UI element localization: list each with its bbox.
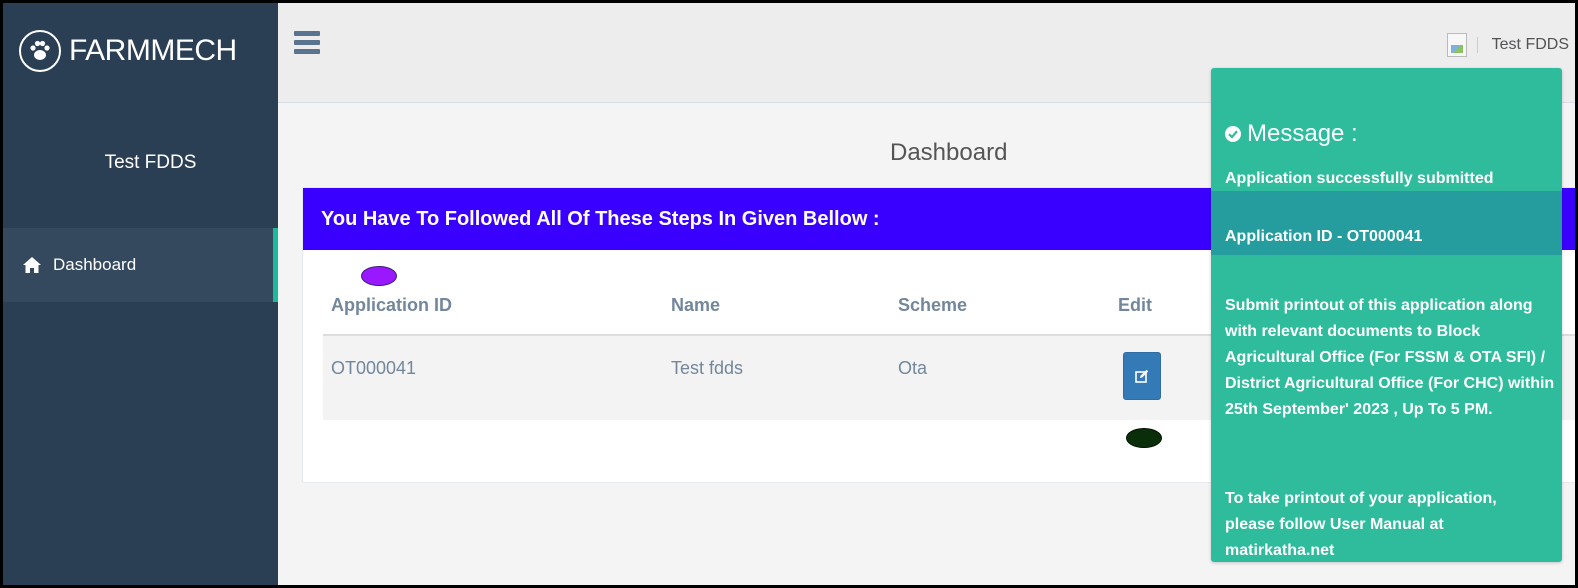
user-menu[interactable]: Test FDDS [1446,33,1569,57]
notification-line1: Application successfully submitted [1225,170,1494,187]
brand[interactable]: FARMMECH [3,3,278,98]
sidebar: FARMMECH Test FDDS Dashboard [3,3,278,585]
profile-name: Test FDDS [104,152,197,173]
profile-section: Test FDDS [3,98,278,218]
notification-submit-text: Submit printout of this application alon… [1225,297,1555,418]
cell-application-id: OT000041 [331,358,417,378]
cell-name: Test fdds [671,358,744,378]
marker-dot [361,266,397,286]
divider [1476,37,1478,53]
notification-title-text: Message : [1247,120,1358,147]
hamburger-icon[interactable] [294,31,320,57]
brand-name: FARMMECH [69,33,237,67]
notification-title: Message : [1225,120,1358,148]
notification-toast[interactable]: Message : Application successfully submi… [1211,68,1562,562]
user-name: Test FDDS [1491,36,1569,53]
paw-icon [19,29,61,72]
sidebar-item-label: Dashboard [53,255,137,274]
cell-scheme: Ota [898,358,928,378]
sidebar-item-dashboard[interactable]: Dashboard [3,228,278,302]
header-application-id: Application ID [331,295,452,315]
notification-app-id: Application ID - OT000041 [1225,228,1423,245]
edit-icon [1135,369,1149,383]
home-icon [23,257,41,273]
header-scheme: Scheme [898,295,968,315]
notification-printout-text: To take printout of your application, pl… [1225,490,1497,559]
edit-button[interactable] [1123,352,1161,400]
user-avatar-icon [1446,33,1467,57]
header-name: Name [671,295,721,315]
marker-dot [1126,428,1162,448]
page-title: Dashboard [890,139,1008,166]
check-circle-icon [1225,126,1241,142]
app-window: FARMMECH Test FDDS Dashboard Test FDDS D… [0,0,1578,588]
